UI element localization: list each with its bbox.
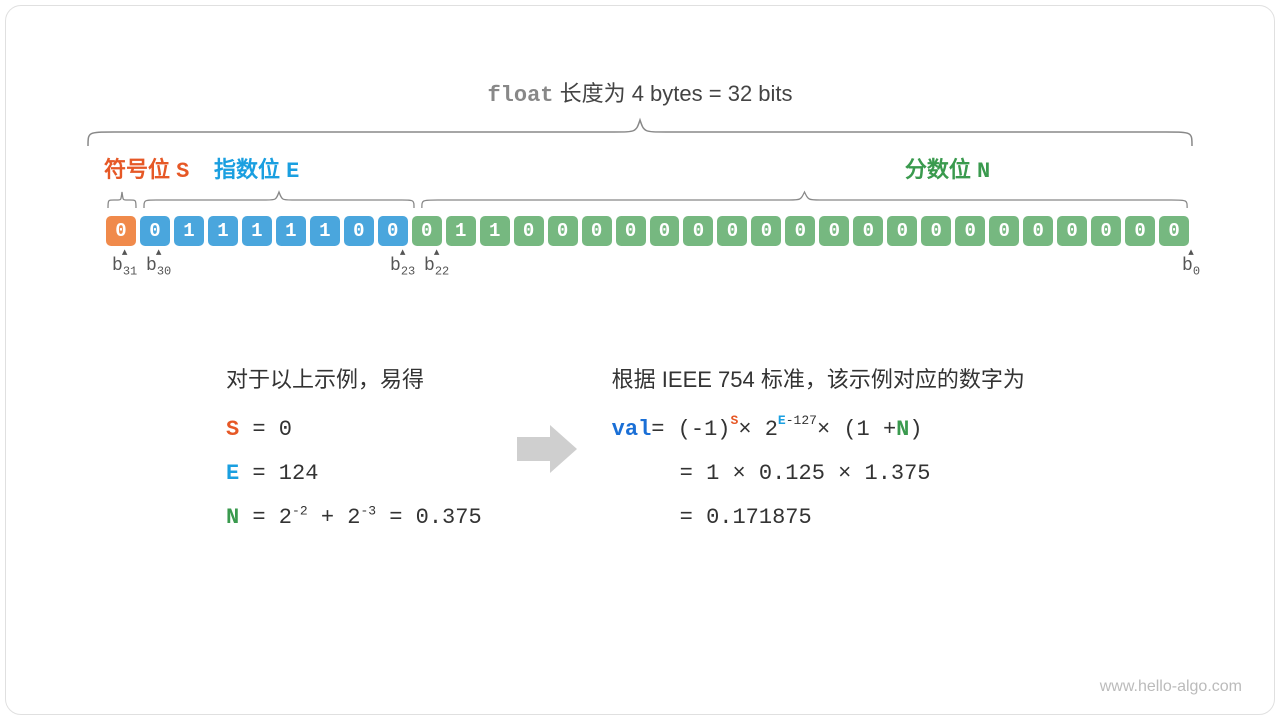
idx-b22: ▴b22	[424, 250, 449, 282]
bit-frac: 0	[1055, 214, 1089, 248]
bit-exp: 0	[376, 214, 410, 248]
bit-frac: 0	[1089, 214, 1123, 248]
label-sign: 符号位 S	[104, 152, 214, 184]
eq-val-1: val = (-1)S × 2E-127 × (1 + N)	[612, 408, 1025, 452]
bit-exp: 1	[172, 214, 206, 248]
bit-frac: 0	[749, 214, 783, 248]
sub-braces	[104, 188, 1191, 210]
bit-frac: 0	[681, 214, 715, 248]
bit-frac: 0	[546, 214, 580, 248]
bit-frac: 0	[1123, 214, 1157, 248]
idx-b23: ▴b23	[390, 250, 415, 282]
bit-frac: 0	[987, 214, 1021, 248]
idx-b31: ▴b31	[112, 250, 137, 282]
title-keyword: float	[487, 83, 553, 108]
equations-left: 对于以上示例，易得 S = 0 E = 124 N = 2-2 + 2-3 = …	[226, 358, 482, 540]
bit-exp: 0	[138, 214, 172, 248]
eq-e: E = 124	[226, 452, 482, 496]
section-labels: 符号位 S 指数位 E 分数位 N	[104, 152, 1191, 184]
eq-left-header: 对于以上示例，易得	[226, 358, 482, 402]
eq-val-2: = 1 × 0.125 × 1.375	[612, 452, 1025, 496]
bit-frac: 0	[410, 214, 444, 248]
eq-right-header: 根据 IEEE 754 标准，该示例对应的数字为	[612, 358, 1025, 402]
bit-exp: 1	[240, 214, 274, 248]
brace-sign	[104, 188, 140, 210]
brace-fraction	[418, 188, 1191, 210]
bit-frac: 0	[817, 214, 851, 248]
bit-exp: 1	[206, 214, 240, 248]
bit-exp: 1	[308, 214, 342, 248]
bit-frac: 0	[885, 214, 919, 248]
eq-val-3: = 0.171875	[612, 496, 1025, 540]
bit-frac: 0	[1021, 214, 1055, 248]
bit-frac: 0	[1157, 214, 1191, 248]
bits-row: 00111110001100000000000000000000	[104, 214, 1191, 248]
eq-s: S = 0	[226, 408, 482, 452]
bit-frac: 0	[783, 214, 817, 248]
bit-frac: 0	[580, 214, 614, 248]
bit-frac: 1	[444, 214, 478, 248]
equations-right: 根据 IEEE 754 标准，该示例对应的数字为 val = (-1)S × 2…	[612, 358, 1025, 540]
watermark: www.hello-algo.com	[1100, 678, 1242, 696]
bit-indices: ▴b31 ▴b30 ▴b23 ▴b22 ▴b0	[104, 250, 1191, 288]
arrow-icon	[512, 419, 582, 479]
bit-frac: 0	[648, 214, 682, 248]
idx-b30: ▴b30	[146, 250, 171, 282]
top-brace	[84, 116, 1196, 148]
title-text: 长度为 4 bytes = 32 bits	[553, 81, 792, 106]
bit-frac: 0	[715, 214, 749, 248]
bit-exp: 0	[342, 214, 376, 248]
bit-sign: 0	[104, 214, 138, 248]
bit-frac: 0	[614, 214, 648, 248]
idx-b0: ▴b0	[1182, 250, 1200, 282]
label-fraction: 分数位 N	[704, 152, 1191, 184]
bit-frac: 0	[512, 214, 546, 248]
brace-exponent	[140, 188, 418, 210]
bit-frac: 0	[851, 214, 885, 248]
bit-frac: 0	[919, 214, 953, 248]
label-exponent: 指数位 E	[214, 152, 704, 184]
bit-frac: 0	[953, 214, 987, 248]
diagram-frame: float 长度为 4 bytes = 32 bits 符号位 S 指数位 E …	[5, 5, 1275, 715]
title: float 长度为 4 bytes = 32 bits	[56, 76, 1224, 108]
bit-exp: 1	[274, 214, 308, 248]
equations: 对于以上示例，易得 S = 0 E = 124 N = 2-2 + 2-3 = …	[226, 358, 1134, 540]
bit-frac: 1	[478, 214, 512, 248]
eq-n: N = 2-2 + 2-3 = 0.375	[226, 496, 482, 540]
